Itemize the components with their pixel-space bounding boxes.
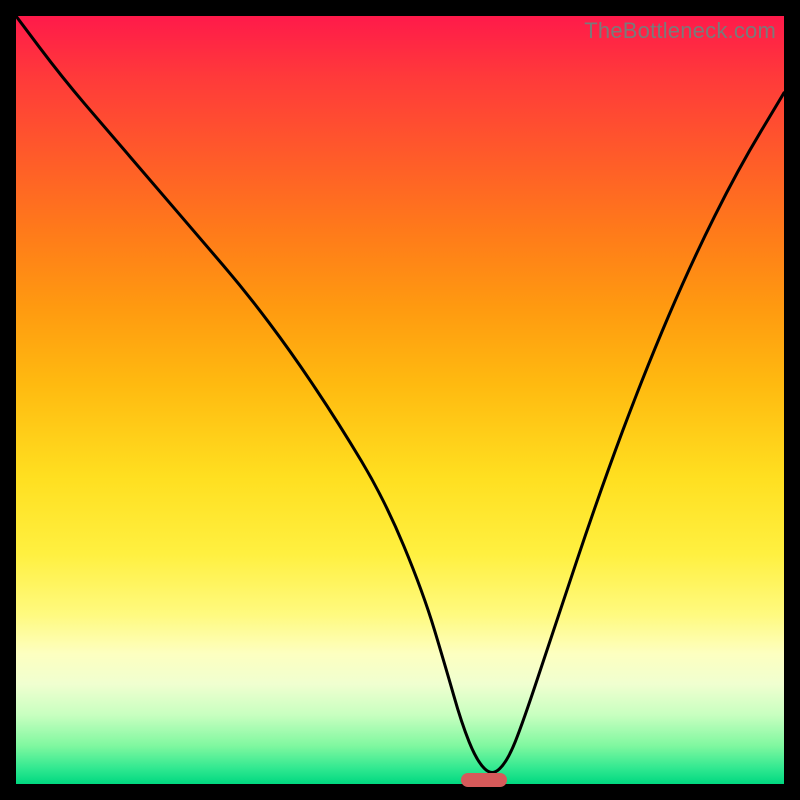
optimum-marker xyxy=(461,773,507,787)
bottleneck-curve xyxy=(16,16,784,784)
curve-path xyxy=(16,16,784,772)
chart-frame: TheBottleneck.com xyxy=(0,0,800,800)
chart-plot-area: TheBottleneck.com xyxy=(16,16,784,784)
